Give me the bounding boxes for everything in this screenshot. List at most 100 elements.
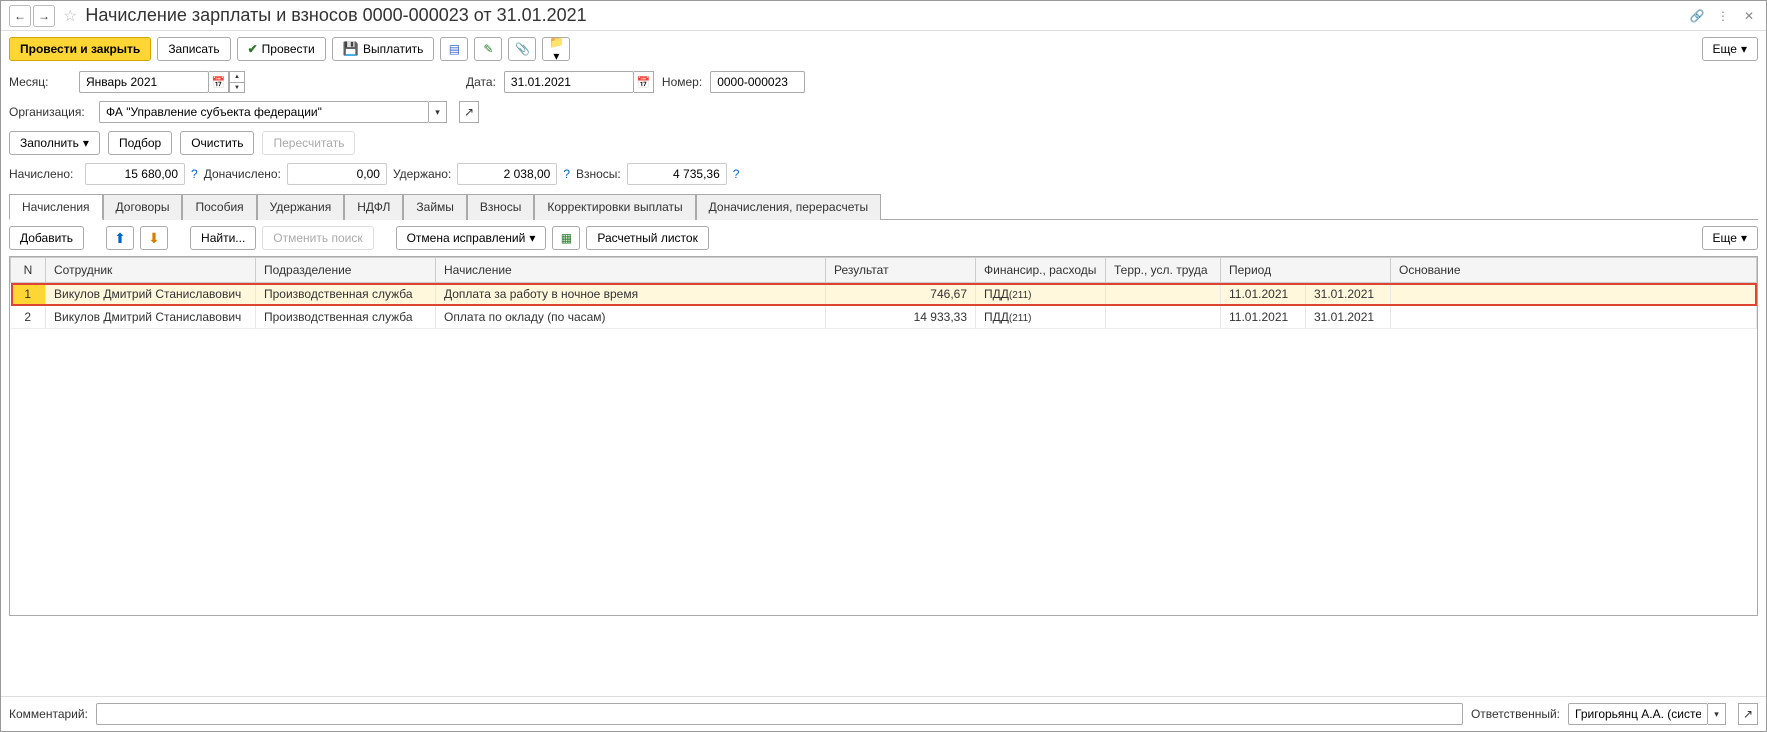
clear-button[interactable]: Очистить [180, 131, 254, 155]
sheet-icon: ▤ [449, 42, 460, 56]
responsible-label: Ответственный: [1471, 707, 1560, 721]
withheld-help-icon[interactable]: ? [563, 167, 570, 181]
table-row[interactable]: 1 Викулов Дмитрий Станиславович Производ… [11, 283, 1757, 306]
date-input[interactable] [504, 71, 634, 93]
tab-contributions[interactable]: Взносы [467, 194, 534, 220]
pay-button[interactable]: 💾Выплатить [332, 37, 435, 61]
footer: Комментарий: Ответственный: ▾ ↗ [1, 696, 1766, 731]
more-label: Еще [1713, 42, 1737, 56]
folder-icon-button[interactable]: 📁▾ [542, 37, 570, 61]
payslip-button[interactable]: Расчетный листок [586, 226, 708, 250]
org-input[interactable] [99, 101, 429, 123]
col-financing[interactable]: Финансир., расходы [976, 258, 1106, 283]
chevron-down-icon: ▾ [1741, 42, 1747, 56]
cell-accrual: Оплата по окладу (по часам) [436, 306, 826, 329]
number-input[interactable] [710, 71, 805, 93]
cell-territory [1106, 283, 1221, 306]
contrib-label: Взносы: [576, 167, 621, 181]
more-button[interactable]: Еще ▾ [1702, 37, 1758, 61]
cell-accrual: Доплата за работу в ночное время [436, 283, 826, 306]
pick-button[interactable]: Подбор [108, 131, 172, 155]
cell-territory [1106, 306, 1221, 329]
cell-period-end: 31.01.2021 [1306, 283, 1391, 306]
kebab-menu-icon[interactable]: ⋮ [1714, 7, 1732, 25]
tab-more-button[interactable]: Еще ▾ [1702, 226, 1758, 250]
tab-contracts[interactable]: Договоры [103, 194, 183, 220]
col-result[interactable]: Результат [826, 258, 976, 283]
tab-loans[interactable]: Займы [403, 194, 467, 220]
post-button[interactable]: ✔Провести [237, 37, 326, 61]
nav-forward-button[interactable]: → [33, 5, 55, 27]
tab-deductions[interactable]: Удержания [257, 194, 345, 220]
find-button[interactable]: Найти... [190, 226, 256, 250]
org-dropdown-button[interactable]: ▾ [429, 101, 447, 123]
contrib-help-icon[interactable]: ? [733, 167, 740, 181]
chevron-down-icon: ▾ [1741, 231, 1747, 245]
cancel-search-button[interactable]: Отменить поиск [262, 226, 373, 250]
col-accrual[interactable]: Начисление [436, 258, 826, 283]
org-open-button[interactable]: ↗ [459, 101, 479, 123]
pencil-icon: ✎ [483, 42, 493, 56]
col-basis[interactable]: Основание [1391, 258, 1757, 283]
nav-back-button[interactable]: ← [9, 5, 31, 27]
cell-period-start: 11.01.2021 [1221, 306, 1306, 329]
contrib-value [627, 163, 727, 185]
cell-financing: ПДД(211) [976, 283, 1106, 306]
chevron-down-icon: ▾ [83, 136, 89, 150]
favorite-star-icon[interactable]: ☆ [63, 6, 77, 26]
cell-department: Производственная служба [256, 283, 436, 306]
cancel-fixes-label: Отмена исправлений [407, 231, 526, 245]
window-title: Начисление зарплаты и взносов 0000-00002… [85, 5, 586, 26]
table-header-row: N Сотрудник Подразделение Начисление Рез… [11, 258, 1757, 283]
month-calendar-button[interactable]: 📅 [209, 71, 229, 93]
tab-benefits[interactable]: Пособия [182, 194, 256, 220]
check-icon: ✔ [248, 42, 258, 56]
tab-corrections[interactable]: Корректировки выплаты [534, 194, 695, 220]
cell-period-start: 11.01.2021 [1221, 283, 1306, 306]
save-button[interactable]: Записать [157, 37, 230, 61]
link-icon[interactable]: 🔗 [1688, 7, 1706, 25]
col-employee[interactable]: Сотрудник [46, 258, 256, 283]
move-up-button[interactable]: ⬆ [106, 226, 134, 250]
accruals-table[interactable]: N Сотрудник Подразделение Начисление Рез… [9, 256, 1758, 616]
sheet-icon-button[interactable]: ▤ [440, 37, 468, 61]
post-and-close-button[interactable]: Провести и закрыть [9, 37, 151, 61]
comment-input[interactable] [96, 703, 1463, 725]
responsible-input[interactable] [1568, 703, 1708, 725]
cell-result: 746,67 [826, 283, 976, 306]
cancel-fixes-button[interactable]: Отмена исправлений▾ [396, 226, 547, 250]
withheld-label: Удержано: [393, 167, 451, 181]
month-up-button[interactable]: ▲ [229, 71, 245, 82]
table-row[interactable]: 2 Викулов Дмитрий Станиславович Производ… [11, 306, 1757, 329]
add-button[interactable]: Добавить [9, 226, 84, 250]
col-department[interactable]: Подразделение [256, 258, 436, 283]
col-territory[interactable]: Терр., усл. труда [1106, 258, 1221, 283]
col-period[interactable]: Период [1221, 258, 1391, 283]
edit-icon-button[interactable]: ✎ [474, 37, 502, 61]
attach-icon-button[interactable]: 📎 [508, 37, 536, 61]
grid-icon-button[interactable]: ▦ [552, 226, 580, 250]
recalc-button[interactable]: Пересчитать [262, 131, 355, 155]
cell-n: 2 [11, 306, 46, 329]
tab-recalc[interactable]: Доначисления, перерасчеты [696, 194, 881, 220]
date-calendar-button[interactable]: 📅 [634, 71, 654, 93]
accrued-help-icon[interactable]: ? [191, 167, 198, 181]
number-label: Номер: [662, 75, 702, 89]
tab-more-label: Еще [1713, 231, 1737, 245]
tab-ndfl[interactable]: НДФЛ [344, 194, 403, 220]
fill-button[interactable]: Заполнить▾ [9, 131, 100, 155]
actions-row: Заполнить▾ Подбор Очистить Пересчитать [1, 127, 1766, 159]
responsible-open-button[interactable]: ↗ [1738, 703, 1758, 725]
cell-basis [1391, 283, 1757, 306]
cell-basis [1391, 306, 1757, 329]
month-input[interactable] [79, 71, 209, 93]
org-label: Организация: [9, 105, 91, 119]
month-label: Месяц: [9, 75, 71, 89]
month-down-button[interactable]: ▼ [229, 82, 245, 93]
close-icon[interactable]: ✕ [1740, 7, 1758, 25]
cell-employee: Викулов Дмитрий Станиславович [46, 283, 256, 306]
responsible-dropdown-button[interactable]: ▾ [1708, 703, 1726, 725]
move-down-button[interactable]: ⬇ [140, 226, 168, 250]
tab-accruals[interactable]: Начисления [9, 194, 103, 220]
col-n[interactable]: N [11, 258, 46, 283]
